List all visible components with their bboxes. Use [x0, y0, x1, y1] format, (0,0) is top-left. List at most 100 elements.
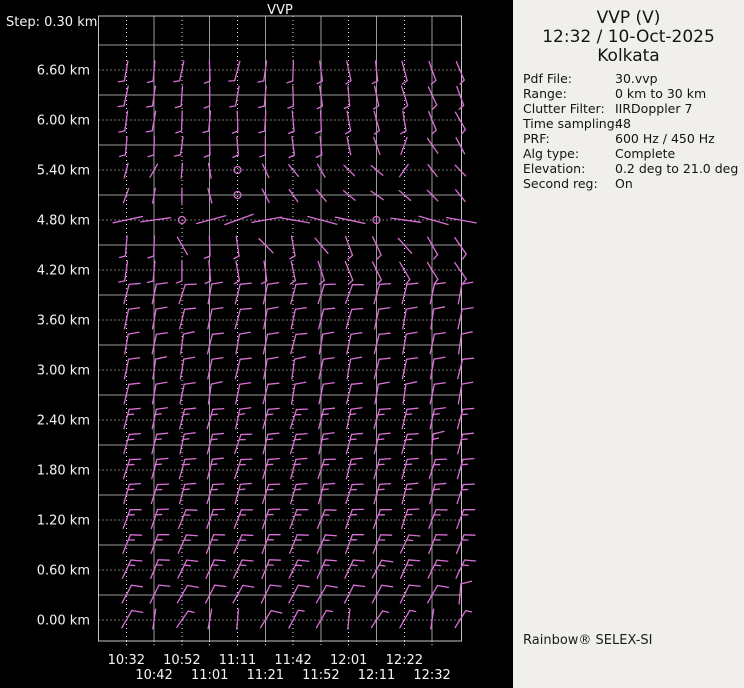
wind-barb [344, 165, 355, 176]
wind-barb [235, 308, 251, 328]
vvp-plot-area: Step: 0.30 km VVP 6.60 km6.00 km5.40 km4… [0, 0, 513, 688]
wind-barb [373, 535, 391, 554]
wind-barb [176, 111, 182, 133]
wind-barb [459, 332, 473, 354]
wind-barb [400, 610, 416, 627]
wind-barb [180, 308, 196, 329]
wind-barb [237, 609, 239, 629]
wind-barb [458, 408, 474, 428]
wind-barb [317, 535, 336, 553]
wind-barb [457, 459, 473, 479]
parameter-label: Time sampling: [523, 116, 619, 131]
wind-barb [264, 307, 278, 329]
y-axis-label: 6.60 km [37, 64, 90, 79]
wind-barb [141, 218, 171, 222]
wind-barb [232, 111, 238, 133]
wind-barb [403, 307, 417, 329]
wind-barb [236, 408, 251, 429]
wind-barb [403, 332, 417, 354]
panel-title: VVP (V) [513, 9, 744, 28]
wind-barb [400, 585, 420, 603]
wind-barb [262, 261, 267, 284]
wind-barb [372, 560, 392, 578]
wind-barb [458, 382, 472, 404]
wind-barb [181, 163, 182, 178]
wind-barb [458, 308, 473, 329]
wind-barb [431, 307, 445, 329]
y-axis-label: 4.80 km [37, 214, 90, 229]
wind-barb [124, 163, 128, 177]
wind-barb [344, 86, 349, 108]
wind-barb [290, 236, 295, 259]
vvp-application-window: Step: 0.30 km VVP 6.60 km6.00 km5.40 km4… [0, 0, 744, 688]
parameter-row: Elevation:0.2 deg to 21.0 deg [513, 161, 744, 176]
wind-barb [204, 86, 210, 108]
wind-barb [319, 332, 333, 354]
x-axis-label: 11:42 [274, 653, 311, 668]
wind-barb [175, 86, 182, 108]
wind-barb [346, 237, 353, 260]
y-axis-label: 6.00 km [37, 114, 90, 129]
wind-barb [259, 239, 273, 253]
wind-barb [291, 308, 306, 329]
wind-barb [113, 217, 142, 223]
parameter-row: Second reg:On [513, 176, 744, 191]
wind-barb [429, 535, 447, 554]
wind-barb [427, 138, 437, 153]
wind-barb [372, 585, 392, 603]
x-axis-label: 12:11 [358, 668, 395, 683]
wind-barb [178, 535, 197, 553]
x-axis-label: 11:52 [302, 668, 339, 683]
y-axis-label: 1.20 km [37, 514, 90, 529]
wind-barb [458, 282, 472, 304]
wind-barb [456, 560, 475, 578]
x-axis-label: 10:32 [108, 653, 145, 668]
wind-barb [180, 433, 195, 454]
wind-barb [177, 585, 198, 602]
wind-barb [280, 218, 310, 223]
wind-barb [459, 581, 471, 604]
wind-barb [287, 61, 293, 83]
wind-barb [457, 535, 475, 554]
y-axis-label: 1.80 km [37, 464, 90, 479]
wind-barb [122, 585, 142, 603]
wind-barb [346, 309, 362, 329]
wind-barb [118, 86, 128, 106]
wind-barb [456, 138, 464, 154]
wind-barb [427, 262, 438, 284]
wind-barb [208, 282, 222, 304]
wind-barb [234, 236, 239, 259]
parameter-value: 600 Hz / 450 Hz [615, 131, 715, 146]
wind-barb [398, 238, 411, 253]
parameter-row: Pdf File:30.vvp [513, 71, 744, 86]
x-axis-label: 11:01 [191, 668, 228, 683]
wind-barb [236, 332, 250, 354]
wind-barb [403, 382, 417, 404]
parameter-value: Complete [615, 146, 675, 161]
wind-barb [457, 484, 474, 503]
wind-barb [308, 217, 337, 225]
wind-barb [402, 86, 408, 109]
wind-barb [317, 560, 336, 578]
wind-barb [345, 111, 350, 134]
wind-barb [175, 137, 183, 156]
wind-barb [400, 164, 409, 176]
wind-barb [235, 459, 252, 478]
step-label: Step: 0.30 km [6, 15, 97, 30]
wind-barb [225, 214, 253, 224]
parameter-label: Pdf File: [523, 71, 572, 86]
wind-barb [179, 510, 197, 529]
wind-barb [125, 332, 139, 354]
wind-barb [234, 560, 253, 578]
y-axis-label: 3.00 km [37, 364, 90, 379]
parameter-label: Alg type: [523, 146, 579, 161]
wind-barb [428, 585, 449, 602]
wind-barb [148, 236, 154, 258]
wind-barb [375, 382, 389, 404]
parameter-label: Elevation: [523, 161, 585, 176]
wind-barb [153, 357, 167, 379]
wind-barb [457, 510, 475, 529]
wind-barb [208, 382, 222, 404]
wind-barb [181, 332, 195, 354]
y-axis-label: 5.40 km [37, 164, 90, 179]
